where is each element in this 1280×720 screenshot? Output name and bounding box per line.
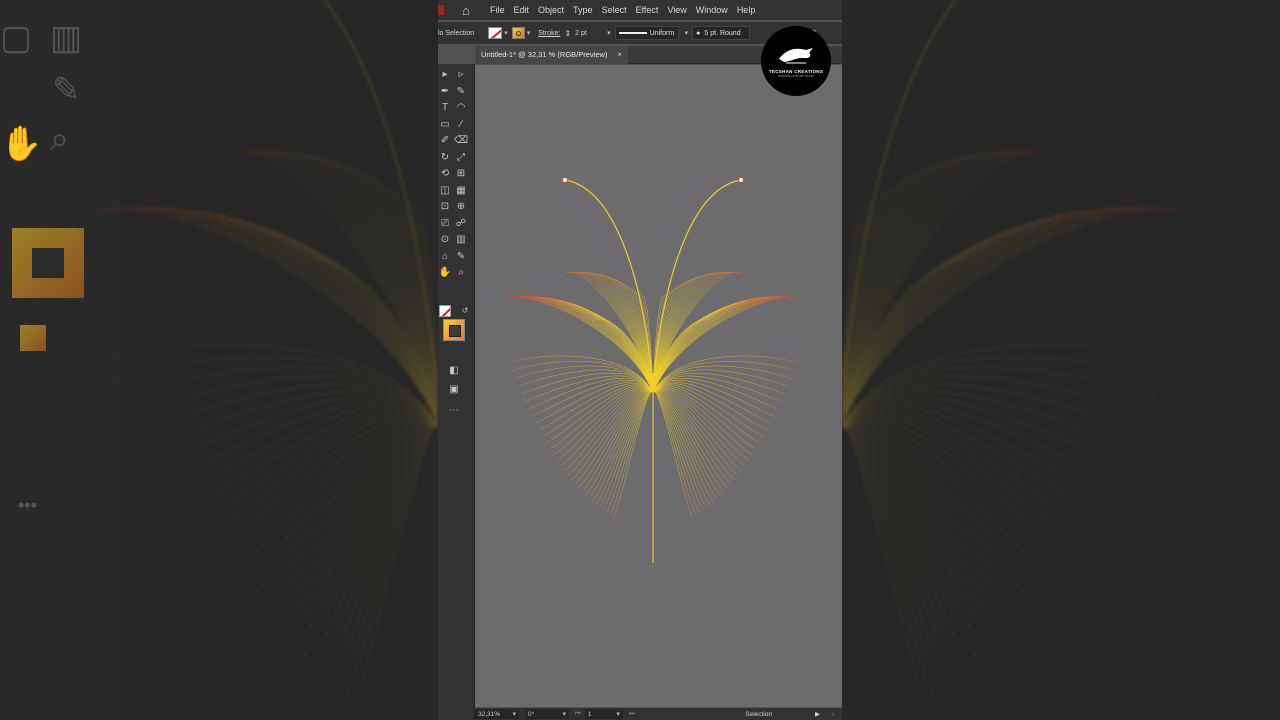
rotate-icon[interactable]: ⟲	[438, 167, 452, 181]
rectangle-tool-icon[interactable]: ✐	[438, 134, 452, 148]
stroke-color-control[interactable]: ▾	[511, 27, 531, 39]
graph-icon[interactable]: ✎	[454, 250, 468, 264]
logo-tagline: WWW.KALAPTECHN.TRCOM	[778, 74, 814, 78]
blurred-background-left: ▢ ▥ ✎ ✋ ⌕ •••	[0, 0, 438, 720]
document-title: Untitled-1* @ 32,31 % (RGB/Preview)	[481, 50, 608, 59]
paintbrush-icon[interactable]: ⌫	[454, 134, 468, 148]
document-tab[interactable]: Untitled-1* @ 32,31 % (RGB/Preview) ×	[475, 45, 629, 64]
blurred-artwork-right	[842, 0, 1186, 718]
menu-bar: ⌂ File Edit Object Type Select Effect Vi…	[438, 0, 842, 20]
menu-select[interactable]: Select	[602, 5, 627, 15]
close-icon[interactable]: ×	[617, 50, 622, 59]
stroke-profile-icon	[618, 32, 647, 34]
warp-icon[interactable]: ◫	[438, 184, 452, 198]
artboard-prev-icon[interactable]: ⏮	[575, 710, 581, 718]
hand-icon[interactable]: ✋	[438, 266, 452, 280]
type-tool-icon[interactable]: ▭	[438, 118, 452, 132]
rotation-field[interactable]: 0° ▾	[525, 709, 569, 719]
fill-swatch-icon[interactable]	[439, 305, 451, 317]
menu-effect[interactable]: Effect	[636, 5, 659, 15]
blurred-artwork-left	[94, 0, 438, 718]
status-bar: 32,31% ▾ 0° ▾ ⏮ 1 ▾ ⏭ Selection ▶ ‹	[475, 708, 842, 720]
stroke-gradient-icon	[511, 27, 525, 39]
direct-selection-icon[interactable]: ▹	[454, 68, 468, 82]
menu-help[interactable]: Help	[737, 5, 756, 15]
artboard-field[interactable]: 1 ▾	[584, 709, 623, 719]
menu-edit[interactable]: Edit	[514, 5, 530, 15]
stroke-weight-field[interactable]: 2 pt ▾	[575, 29, 611, 38]
zoom-field[interactable]: 32,31% ▾	[475, 709, 519, 719]
chevron-down-icon: ▾	[607, 30, 611, 37]
butterfly-artwork[interactable]	[475, 65, 842, 707]
artboard-next-icon[interactable]: ⏭	[629, 710, 635, 718]
menu-window[interactable]: Window	[696, 5, 728, 15]
scale-icon[interactable]: ⊞	[454, 167, 468, 181]
shape-builder-icon[interactable]: ⊡	[438, 200, 452, 214]
tools-panel: ↺ ▸ ▹ ✒ ✎ T ◠ ▭ ∕ ✐ ⌫ ↻ ⤢ ⟲ ⊞ ◫ ▦ ⊡ ⊕ ⎚ ☍ ⊙ ▥ ⌂ ✎ ✋ ⌕ ◧ ▣ ⋯	[438, 64, 475, 720]
wing-strokes[interactable]	[94, 151, 438, 718]
play-icon[interactable]: ▶	[815, 710, 820, 718]
eraser-icon[interactable]: ⤢	[454, 151, 468, 165]
blend-icon[interactable]: ▥	[454, 233, 468, 247]
brush-definition[interactable]: ● 5 pt. Round	[692, 26, 751, 40]
anchor-point-right[interactable]	[738, 177, 744, 183]
draw-mode-icon[interactable]: ◧	[447, 364, 461, 378]
status-text: Selection	[745, 710, 772, 718]
menu-type[interactable]: Type	[573, 5, 593, 15]
gradient-icon[interactable]: ☍	[454, 217, 468, 231]
variable-width-profile[interactable]: Uniform	[614, 26, 679, 40]
magic-wand-icon[interactable]: ✒	[438, 85, 452, 99]
stroke-swatch-icon[interactable]	[443, 319, 465, 341]
logo-brand-text: TECSHAN CREATIONS	[768, 68, 824, 74]
wing-strokes[interactable]	[842, 151, 1186, 718]
artboard-canvas[interactable]	[475, 65, 842, 707]
zoom-icon[interactable]: ⌕	[454, 266, 468, 280]
brush-dot-icon: ●	[696, 29, 701, 37]
selection-tool-icon[interactable]: ▸	[438, 68, 452, 82]
pen-tool-icon[interactable]: T	[438, 101, 452, 115]
mesh-icon[interactable]: ⎚	[438, 217, 452, 231]
illustrator-window: ⌂ File Edit Object Type Select Effect Vi…	[438, 0, 842, 720]
blurred-background-right	[842, 0, 1280, 720]
fill-control[interactable]: ▾	[488, 27, 508, 39]
dragon-logo-icon	[779, 47, 813, 63]
symbol-icon[interactable]: ⌂	[438, 250, 452, 264]
video-frame: ▢ ▥ ✎ ✋ ⌕ ••• ⌂ File Edit Object Type Se…	[0, 0, 1280, 720]
screen-mode-icon[interactable]: ▣	[447, 383, 461, 397]
menu-file[interactable]: File	[490, 5, 505, 15]
eyedropper-icon[interactable]: ⊙	[438, 233, 452, 247]
menu-object[interactable]: Object	[538, 5, 564, 15]
stepper-icon[interactable]: ⇕	[564, 29, 571, 38]
swap-icon[interactable]: ↺	[458, 304, 472, 318]
fill-none-icon	[488, 27, 503, 39]
chevron-left-icon[interactable]: ‹	[832, 711, 834, 718]
chevron-down-icon: ▾	[504, 30, 508, 37]
chevron-down-icon[interactable]: ▾	[685, 29, 689, 37]
app-logo-icon	[438, 5, 444, 15]
channel-logo: TECSHAN CREATIONS WWW.KALAPTECHN.TRCOM	[761, 26, 831, 96]
pencil-icon[interactable]: ↻	[438, 151, 452, 165]
free-transform-icon[interactable]: ▦	[454, 184, 468, 198]
home-icon[interactable]: ⌂	[454, 3, 478, 18]
chevron-down-icon: ▾	[526, 30, 531, 37]
menu-view[interactable]: View	[667, 5, 686, 15]
anchor-point-left[interactable]	[562, 177, 568, 183]
more-tools-icon[interactable]: ⋯	[447, 404, 461, 418]
curvature-icon[interactable]: ◠	[454, 101, 468, 115]
lasso-icon[interactable]: ✎	[454, 85, 468, 99]
arc-tool-icon[interactable]: ∕	[454, 118, 468, 132]
stroke-label[interactable]: Stroke:	[538, 30, 560, 37]
perspective-icon[interactable]: ⊕	[454, 200, 468, 214]
selection-status: lo Selection	[438, 29, 475, 37]
